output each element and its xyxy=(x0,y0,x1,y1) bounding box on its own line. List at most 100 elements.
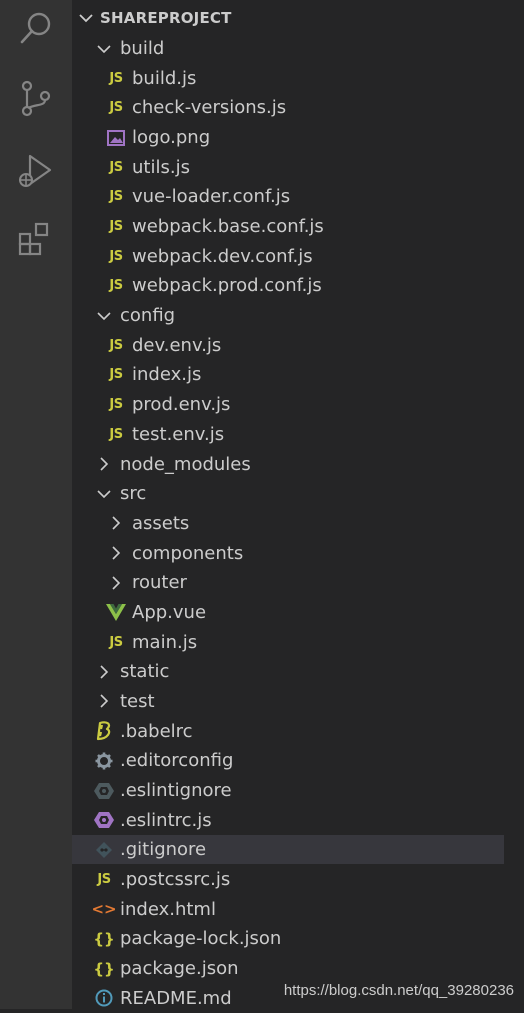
chevron-right-icon xyxy=(104,571,128,595)
tree-item-label: test.env.js xyxy=(132,423,225,445)
js-icon: JS xyxy=(109,634,123,650)
tree-file[interactable]: .gitignore xyxy=(72,835,504,865)
tree-folder[interactable]: src xyxy=(72,479,504,508)
tree-item-label: build.js xyxy=(132,67,197,89)
tree-folder[interactable]: router xyxy=(72,568,504,597)
babel-icon xyxy=(92,719,116,743)
tree-file[interactable]: JS .postcssrc.js xyxy=(72,865,504,894)
tree-file[interactable]: JS webpack.dev.conf.js xyxy=(72,242,504,271)
tree-folder[interactable]: static xyxy=(72,657,504,686)
tree-item-label: build xyxy=(120,38,165,59)
tree-folder[interactable]: config xyxy=(72,301,504,330)
tree-file[interactable]: JS build.js xyxy=(72,64,504,93)
tree-item-label: prod.env.js xyxy=(132,394,231,416)
tree-file[interactable]: JS dev.env.js xyxy=(72,331,504,360)
extensions-icon[interactable] xyxy=(0,212,72,268)
tree-folder[interactable]: assets xyxy=(72,509,504,538)
watermark-text: https://blog.csdn.net/qq_39280236 xyxy=(283,982,514,999)
tree-file[interactable]: {} package.json xyxy=(72,954,504,983)
chevron-right-icon xyxy=(92,689,116,713)
tree-item-label: index.html xyxy=(120,898,216,920)
chevron-right-icon xyxy=(104,541,128,565)
tree-file[interactable]: {} package-lock.json xyxy=(72,924,504,953)
chevron-right-icon xyxy=(92,452,116,476)
run-debug-icon[interactable] xyxy=(0,142,72,198)
explorer-section-header[interactable]: SHAREPROJECT xyxy=(72,4,504,32)
js-icon: JS xyxy=(109,426,123,442)
activity-bar xyxy=(0,0,72,1009)
tree-file[interactable]: .babelrc xyxy=(72,717,504,746)
tree-file[interactable]: JS vue-loader.conf.js xyxy=(72,182,504,211)
tree-item-label: index.js xyxy=(132,364,202,386)
vue-icon xyxy=(104,600,128,624)
tree-item-label: check-versions.js xyxy=(132,97,287,119)
js-icon: JS xyxy=(109,248,123,264)
section-title: SHAREPROJECT xyxy=(100,9,232,27)
source-control-icon[interactable] xyxy=(0,70,72,126)
chevron-down-icon xyxy=(92,304,116,328)
tree-item-label: node_modules xyxy=(120,453,251,475)
tree-item-label: webpack.dev.conf.js xyxy=(132,245,313,267)
js-icon: JS xyxy=(109,337,123,353)
tree-file[interactable]: JS index.js xyxy=(72,360,504,389)
tree-file[interactable]: .editorconfig xyxy=(72,746,504,775)
scrollbar-track[interactable] xyxy=(504,0,524,1009)
tree-folder[interactable]: node_modules xyxy=(72,450,504,479)
tree-file[interactable]: logo.png xyxy=(72,123,504,152)
js-icon: JS xyxy=(109,278,123,294)
info-icon xyxy=(92,986,116,1010)
tree-item-label: package.json xyxy=(120,958,239,980)
tree-file[interactable]: JS prod.env.js xyxy=(72,390,504,419)
tree-file[interactable]: JS utils.js xyxy=(72,153,504,182)
js-icon: JS xyxy=(109,397,123,413)
git-icon xyxy=(92,838,116,862)
tree-item-label: .editorconfig xyxy=(120,750,234,772)
js-icon: JS xyxy=(109,219,123,235)
tree-item-label: assets xyxy=(132,512,190,534)
tree-item-label: .eslintignore xyxy=(120,780,232,801)
tree-item-label: config xyxy=(120,305,176,327)
tree-file[interactable]: .eslintignore xyxy=(72,776,504,805)
chevron-right-icon xyxy=(92,660,116,684)
tree-item-label: webpack.prod.conf.js xyxy=(132,275,322,297)
js-icon: JS xyxy=(109,367,123,383)
eslint-icon xyxy=(92,808,116,832)
json-icon: {} xyxy=(93,959,115,978)
explorer-panel: SHAREPROJECT build JS build.js JS check-vers… xyxy=(72,0,504,1009)
tree-item-label: logo.png xyxy=(132,127,211,149)
js-icon: JS xyxy=(109,100,123,116)
tree-file[interactable]: JS test.env.js xyxy=(72,420,504,449)
tree-item-label: components xyxy=(132,542,244,564)
tree-item-label: .eslintrc.js xyxy=(120,809,212,831)
tree-file[interactable]: <> index.html xyxy=(72,895,504,924)
js-icon: JS xyxy=(109,159,123,175)
tree-item-label: .gitignore xyxy=(120,839,207,861)
tree-item-label: dev.env.js xyxy=(132,334,222,356)
tree-item-label: webpack.base.conf.js xyxy=(132,216,324,238)
tree-item-label: .postcssrc.js xyxy=(120,869,231,891)
html-icon: <> xyxy=(91,900,117,919)
tree-item-label: static xyxy=(120,661,170,683)
tree-file[interactable]: JS webpack.prod.conf.js xyxy=(72,271,504,300)
js-icon: JS xyxy=(109,70,123,86)
chevron-down-icon xyxy=(92,37,116,61)
chevron-right-icon xyxy=(104,511,128,535)
tree-file[interactable]: App.vue xyxy=(72,598,504,627)
tree-folder[interactable]: components xyxy=(72,539,504,568)
tree-file[interactable]: JS check-versions.js xyxy=(72,93,504,122)
tree-item-label: package-lock.json xyxy=(120,928,282,950)
tree-file[interactable]: JS webpack.base.conf.js xyxy=(72,212,504,241)
tree-item-label: router xyxy=(132,572,187,594)
eslint-ignore-icon xyxy=(92,779,116,803)
chevron-down-icon xyxy=(92,482,116,506)
tree-folder[interactable]: test xyxy=(72,687,504,716)
tree-item-label: App.vue xyxy=(132,601,207,623)
json-icon: {} xyxy=(93,929,115,948)
tree-file[interactable]: .eslintrc.js xyxy=(72,806,504,835)
search-icon[interactable] xyxy=(0,0,72,56)
chevron-down-icon xyxy=(72,13,100,23)
tree-folder[interactable]: build xyxy=(72,34,504,63)
tree-file[interactable]: JS main.js xyxy=(72,628,504,657)
tree-item-label: utils.js xyxy=(132,156,190,178)
tree-item-label: src xyxy=(120,483,147,505)
